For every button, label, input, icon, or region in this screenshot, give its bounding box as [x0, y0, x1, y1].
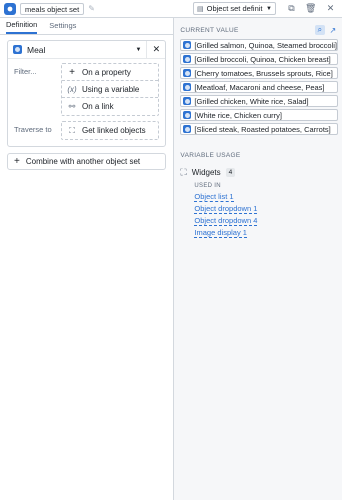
widget-link[interactable]: Image display 1 — [194, 228, 247, 238]
object-icon — [183, 83, 192, 91]
inspect-icon[interactable]: ⌕ — [315, 25, 325, 35]
filter-option-label: On a link — [82, 102, 114, 111]
widgets-count-badge: 4 — [225, 168, 236, 177]
widget-link[interactable]: Object dropdown 1 — [194, 204, 258, 214]
side-panel: CURRENT VALUE ⌕ ↗ [Grilled salmon, Quino… — [174, 18, 342, 500]
list-item[interactable]: [White rice, Chicken curry] — [180, 109, 338, 121]
variable-usage-section: VARIABLE USAGE ⛶ Widgets 4 USED IN Objec… — [180, 149, 338, 238]
filter-label: Filter... — [14, 67, 37, 76]
widgets-label: Widgets — [191, 168, 221, 177]
filter-using-variable-button[interactable]: (x) Using a variable — [62, 81, 159, 98]
object-type-icon — [13, 45, 22, 54]
object-icon — [183, 55, 192, 63]
top-bar: meals object set ✎ ▤ Object set definiti… — [0, 0, 342, 18]
table-icon: ▤ — [197, 5, 204, 13]
link-icon: ⚯ — [68, 102, 76, 111]
caret-down-icon: ▼ — [135, 46, 142, 53]
object-icon — [183, 111, 192, 119]
object-type-select[interactable]: Meal ▼ — [8, 41, 148, 58]
filter-options: + On a property (x) Using a variable ⚯ O… — [61, 63, 160, 116]
current-value-list: [Grilled salmon, Quinoa, Steamed broccol… — [180, 39, 338, 135]
plus-icon: + — [14, 156, 20, 167]
filter-option-label: Using a variable — [82, 84, 140, 94]
list-item[interactable]: [Grilled chicken, White rice, Salad] — [180, 95, 338, 107]
duplicate-icon[interactable]: ⧉ — [286, 3, 297, 14]
object-set-icon — [4, 2, 16, 15]
get-linked-objects-button[interactable]: ⛶ Get linked objects — [62, 122, 158, 139]
filter-on-link-button[interactable]: ⚯ On a link — [62, 98, 158, 115]
widget-link[interactable]: Object list 1 — [194, 192, 234, 202]
widget-link[interactable]: Object dropdown 4 — [194, 216, 258, 226]
close-icon[interactable]: ✕ — [325, 3, 336, 14]
filter-option-label: On a property — [82, 67, 131, 77]
variable-usage-header: VARIABLE USAGE — [180, 151, 241, 159]
object-icon — [183, 97, 192, 105]
traverse-option-label: Get linked objects — [82, 126, 146, 135]
open-external-icon[interactable]: ↗ — [328, 25, 338, 35]
trash-icon[interactable]: 🗑 — [305, 3, 316, 14]
tab-settings[interactable]: Settings — [49, 21, 76, 34]
definition-select-label: Object set definition — [206, 4, 263, 13]
pencil-icon[interactable]: ✎ — [88, 4, 95, 13]
list-item[interactable]: [Grilled broccoli, Quinoa, Chicken breas… — [180, 53, 338, 65]
object-icon — [183, 69, 192, 77]
remove-object-type-icon[interactable]: ✕ — [147, 44, 165, 55]
object-set-title[interactable]: meals object set — [20, 2, 85, 15]
list-item[interactable]: [Meatloaf, Macaroni and cheese, Peas] — [180, 81, 338, 93]
tab-bar: Definition Settings — [0, 18, 174, 35]
object-set-card: Meal ▼ ✕ Filter... + On a property (x) U… — [7, 40, 167, 147]
object-type-name: Meal — [27, 44, 46, 55]
definition-panel: Definition Settings Meal ▼ ✕ Filter... +… — [0, 18, 175, 500]
combine-object-set-button[interactable]: + Combine with another object set — [7, 153, 167, 170]
definition-select[interactable]: ▤ Object set definition ▼ — [193, 2, 276, 15]
list-item[interactable]: [Sliced steak, Roasted potatoes, Carrots… — [180, 123, 338, 135]
chevron-down-icon: ▼ — [266, 5, 272, 12]
tab-definition[interactable]: Definition — [6, 20, 38, 34]
used-in-header: USED IN — [194, 183, 221, 189]
variable-icon: (x) — [67, 84, 77, 94]
list-item[interactable]: [Grilled salmon, Quinoa, Steamed broccol… — [180, 39, 338, 51]
plus-icon: + — [69, 66, 75, 78]
widgets-icon: ⛶ — [180, 167, 187, 177]
object-icon — [183, 125, 192, 133]
object-icon — [183, 41, 192, 49]
traverse-label: Traverse to — [14, 125, 52, 134]
combine-label: Combine with another object set — [25, 157, 141, 166]
list-item[interactable]: [Cherry tomatoes, Brussels sprouts, Rice… — [180, 67, 338, 79]
traverse-options: ⛶ Get linked objects — [61, 121, 160, 140]
filter-on-property-button[interactable]: + On a property — [62, 64, 159, 81]
linked-objects-icon: ⛶ — [69, 125, 75, 135]
current-value-header: CURRENT VALUE — [180, 26, 239, 34]
